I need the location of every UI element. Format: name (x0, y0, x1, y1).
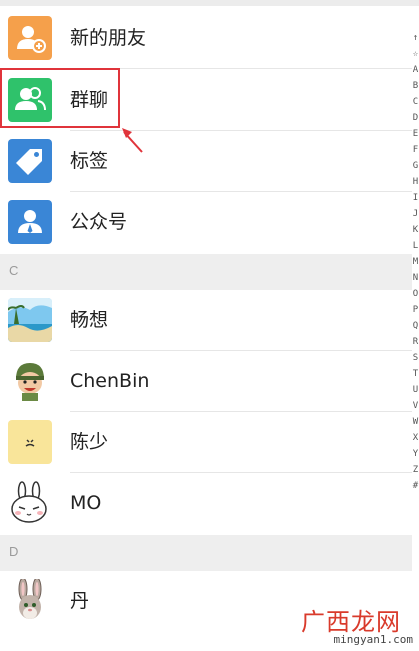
contact-row[interactable]: 畅想 (0, 290, 412, 351)
contact-row[interactable]: MO (0, 473, 412, 534)
index-letter[interactable]: Z (412, 462, 419, 478)
index-letter[interactable]: ↑ (412, 30, 419, 46)
new-friends-label: 新的朋友 (70, 27, 147, 49)
contact-name: 畅想 (70, 309, 109, 331)
index-letter[interactable]: U (412, 382, 419, 398)
index-letter[interactable]: Q (412, 318, 419, 334)
tag-icon (8, 139, 52, 183)
tags-label: 标签 (70, 150, 109, 172)
index-letter[interactable]: N (412, 270, 419, 286)
watermark-logo: 广西龙网 (301, 608, 401, 636)
contact-name: MO (70, 492, 102, 514)
section-letter: C (9, 263, 19, 278)
new-friends-row[interactable]: 新的朋友 (0, 8, 412, 69)
index-letter[interactable]: H (412, 174, 419, 190)
contact-name: ChenBin (70, 370, 150, 392)
index-letter[interactable]: A (412, 62, 419, 78)
index-letter[interactable]: ☆ (412, 46, 419, 62)
index-letter[interactable]: D (412, 110, 419, 126)
index-letter[interactable]: B (412, 78, 419, 94)
index-letter[interactable]: V (412, 398, 419, 414)
index-letter[interactable]: S (412, 350, 419, 366)
section-letter: D (9, 544, 19, 559)
section-header-d: D (0, 535, 412, 571)
annotation-arrow-icon (122, 128, 143, 153)
alphabet-index[interactable]: ↑ ☆ A B C D E F G H I J K L M N O P Q R S T U V W X Y Z # (412, 30, 419, 630)
index-letter[interactable]: J (412, 206, 419, 222)
index-letter[interactable]: C (412, 94, 419, 110)
contacts-screen: 新的朋友 群聊 标签 公众号 C 畅想 ChenBin 陈少 MO D 丹 ↑ … (0, 0, 419, 651)
official-accounts-row[interactable]: 公众号 (0, 192, 412, 253)
index-letter[interactable]: W (412, 414, 419, 430)
avatar (8, 579, 52, 623)
contact-name: 丹 (70, 590, 90, 612)
avatar (8, 298, 52, 342)
official-accounts-label: 公众号 (70, 211, 128, 233)
contact-row[interactable]: 陈少 (0, 412, 412, 473)
highlight-box (0, 68, 120, 128)
index-letter[interactable]: R (412, 334, 419, 350)
index-letter[interactable]: P (412, 302, 419, 318)
avatar (8, 359, 52, 403)
new-friend-icon (8, 16, 52, 60)
contact-name: 陈少 (70, 431, 109, 453)
index-letter[interactable]: Y (412, 446, 419, 462)
index-letter[interactable]: T (412, 366, 419, 382)
index-letter[interactable]: G (412, 158, 419, 174)
row-divider (70, 68, 412, 69)
top-divider (0, 0, 419, 6)
index-letter[interactable]: E (412, 126, 419, 142)
index-letter[interactable]: X (412, 430, 419, 446)
index-letter[interactable]: # (412, 478, 419, 494)
tags-row[interactable]: 标签 (0, 131, 412, 192)
index-letter[interactable]: O (412, 286, 419, 302)
avatar (8, 420, 52, 464)
contact-row[interactable]: ChenBin (0, 351, 412, 412)
index-letter[interactable]: I (412, 190, 419, 206)
index-letter[interactable]: L (412, 238, 419, 254)
section-header-c: C (0, 254, 412, 290)
index-letter[interactable]: M (412, 254, 419, 270)
avatar (8, 481, 52, 525)
index-letter[interactable]: K (412, 222, 419, 238)
watermark: 广西龙网 mingyan1.com (301, 608, 413, 647)
index-letter[interactable]: F (412, 142, 419, 158)
official-account-icon (8, 200, 52, 244)
